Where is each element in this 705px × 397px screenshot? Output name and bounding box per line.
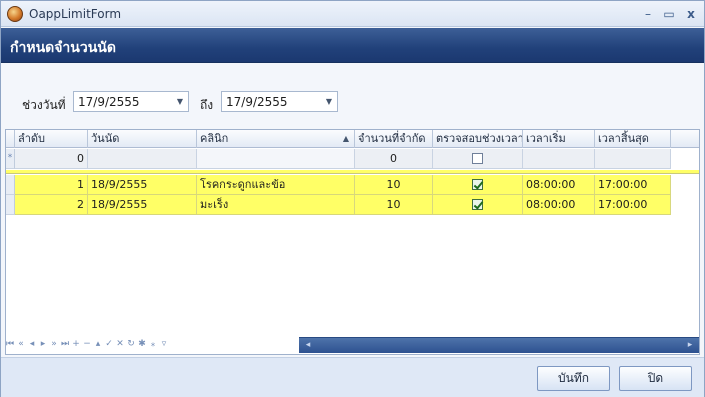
cell-date[interactable]: [88, 149, 197, 169]
cell-seq[interactable]: 2: [15, 195, 88, 215]
page-title: กำหนดจำนวนนัด: [10, 40, 116, 56]
cell-clinic[interactable]: โรคกระดูกและข้อ: [197, 175, 355, 195]
date-to-picker[interactable]: 17/9/2555 ▼: [221, 91, 338, 112]
column-header-check-time[interactable]: ตรวจสอบช่วงเวลา: [433, 130, 523, 148]
cell-check-time[interactable]: [433, 175, 523, 195]
column-header-clinic[interactable]: คลินิก ▲: [197, 130, 355, 148]
prev-record-icon[interactable]: ◂: [27, 339, 38, 349]
cell-seq[interactable]: 0: [15, 149, 88, 169]
cell-check-time[interactable]: [433, 149, 523, 169]
date-from-value: 17/9/2555: [78, 95, 140, 109]
cell-check-time[interactable]: [433, 195, 523, 215]
minimize-button[interactable]: –: [639, 5, 657, 23]
check-time-checkbox[interactable]: [472, 198, 483, 210]
save-button[interactable]: บันทึก: [537, 366, 610, 391]
cell-seq[interactable]: 1: [15, 175, 88, 195]
app-icon: [7, 6, 23, 22]
cell-end-time[interactable]: [595, 149, 671, 169]
column-header-end-time[interactable]: เวลาสิ้นสุด: [595, 130, 671, 148]
date-to-label: ถึง: [200, 98, 214, 112]
cell-clinic[interactable]: [197, 149, 355, 169]
cell-limit[interactable]: 0: [355, 149, 433, 169]
refresh-icon[interactable]: ↻: [126, 339, 137, 349]
maximize-button[interactable]: ▭: [660, 5, 678, 23]
first-record-icon[interactable]: ⏮: [5, 339, 16, 349]
row-separator: [6, 170, 699, 174]
title-bar: OappLimitForm – ▭ x: [1, 1, 704, 27]
column-header-limit[interactable]: จำนวนที่จำกัด: [355, 130, 433, 148]
bookmark-icon[interactable]: ✱: [137, 339, 148, 349]
next-record-icon[interactable]: ▸: [38, 339, 49, 349]
footer-bar: บันทึก ปิด: [1, 357, 704, 397]
cell-end-time[interactable]: 17:00:00: [595, 195, 671, 215]
row-indicator[interactable]: [6, 175, 15, 195]
column-header-seq[interactable]: ลำดับ: [15, 130, 88, 148]
cell-limit[interactable]: 10: [355, 195, 433, 215]
post-edit-icon[interactable]: ✓: [104, 339, 115, 349]
append-icon[interactable]: +: [71, 339, 82, 349]
record-navigator: ⏮ «◂ ▸» ⏭ + − ▴ ✓ ✕ ↻ ✱ ⁎ ▿: [5, 339, 297, 353]
date-to-value: 17/9/2555: [226, 95, 288, 109]
filter-icon[interactable]: ▿: [159, 339, 170, 349]
table-row[interactable]: 1 18/9/2555 โรคกระดูกและข้อ 10 08:00:00 …: [6, 175, 699, 195]
delete-icon[interactable]: −: [82, 339, 93, 349]
form-window: OappLimitForm – ▭ x กำหนดจำนวนนัด ช่วงวั…: [0, 0, 705, 397]
window-title: OappLimitForm: [29, 7, 122, 21]
cell-start-time[interactable]: 08:00:00: [523, 175, 595, 195]
cell-clinic[interactable]: มะเร็ง: [197, 195, 355, 215]
cell-limit[interactable]: 10: [355, 175, 433, 195]
cell-start-time[interactable]: [523, 149, 595, 169]
last-record-icon[interactable]: ⏭: [60, 339, 71, 349]
cell-start-time[interactable]: 08:00:00: [523, 195, 595, 215]
next-page-icon[interactable]: »: [49, 339, 60, 349]
check-time-checkbox[interactable]: [472, 152, 483, 164]
grid-header: ลำดับ วันนัด คลินิก ▲ จำนวนที่จำกัด ตรวจ…: [6, 130, 699, 148]
column-header-date[interactable]: วันนัด: [88, 130, 197, 148]
cancel-edit-icon[interactable]: ✕: [115, 339, 126, 349]
scroll-left-icon[interactable]: ◂: [301, 338, 315, 353]
edit-icon[interactable]: ▴: [93, 339, 104, 349]
chevron-down-icon[interactable]: ▼: [321, 92, 337, 111]
close-button[interactable]: ปิด: [619, 366, 692, 391]
appointment-limit-grid[interactable]: ลำดับ วันนัด คลินิก ▲ จำนวนที่จำกัด ตรวจ…: [5, 129, 700, 355]
indicator-header: [6, 130, 15, 148]
row-indicator[interactable]: [6, 195, 15, 215]
sort-ascending-icon: ▲: [342, 134, 349, 143]
goto-bookmark-icon[interactable]: ⁎: [148, 339, 159, 349]
close-window-button[interactable]: x: [682, 5, 700, 23]
header-band: กำหนดจำนวนนัด: [1, 28, 704, 63]
horizontal-scrollbar[interactable]: ◂ ▸: [299, 337, 699, 353]
new-row-indicator: *: [6, 149, 15, 169]
cell-date[interactable]: 18/9/2555: [88, 175, 197, 195]
check-time-checkbox[interactable]: [472, 178, 483, 190]
date-from-label: ช่วงวันที่: [22, 98, 66, 112]
chevron-down-icon[interactable]: ▼: [172, 92, 188, 111]
scroll-right-icon[interactable]: ▸: [683, 338, 697, 353]
cell-end-time[interactable]: 17:00:00: [595, 175, 671, 195]
prev-page-icon[interactable]: «: [16, 339, 27, 349]
column-header-clinic-label: คลินิก: [200, 132, 229, 145]
column-header-start-time[interactable]: เวลาเริ่ม: [523, 130, 595, 148]
table-row[interactable]: 2 18/9/2555 มะเร็ง 10 08:00:00 17:00:00: [6, 195, 699, 215]
new-item-row[interactable]: * 0 0: [6, 149, 699, 169]
cell-date[interactable]: 18/9/2555: [88, 195, 197, 215]
date-from-picker[interactable]: 17/9/2555 ▼: [73, 91, 189, 112]
